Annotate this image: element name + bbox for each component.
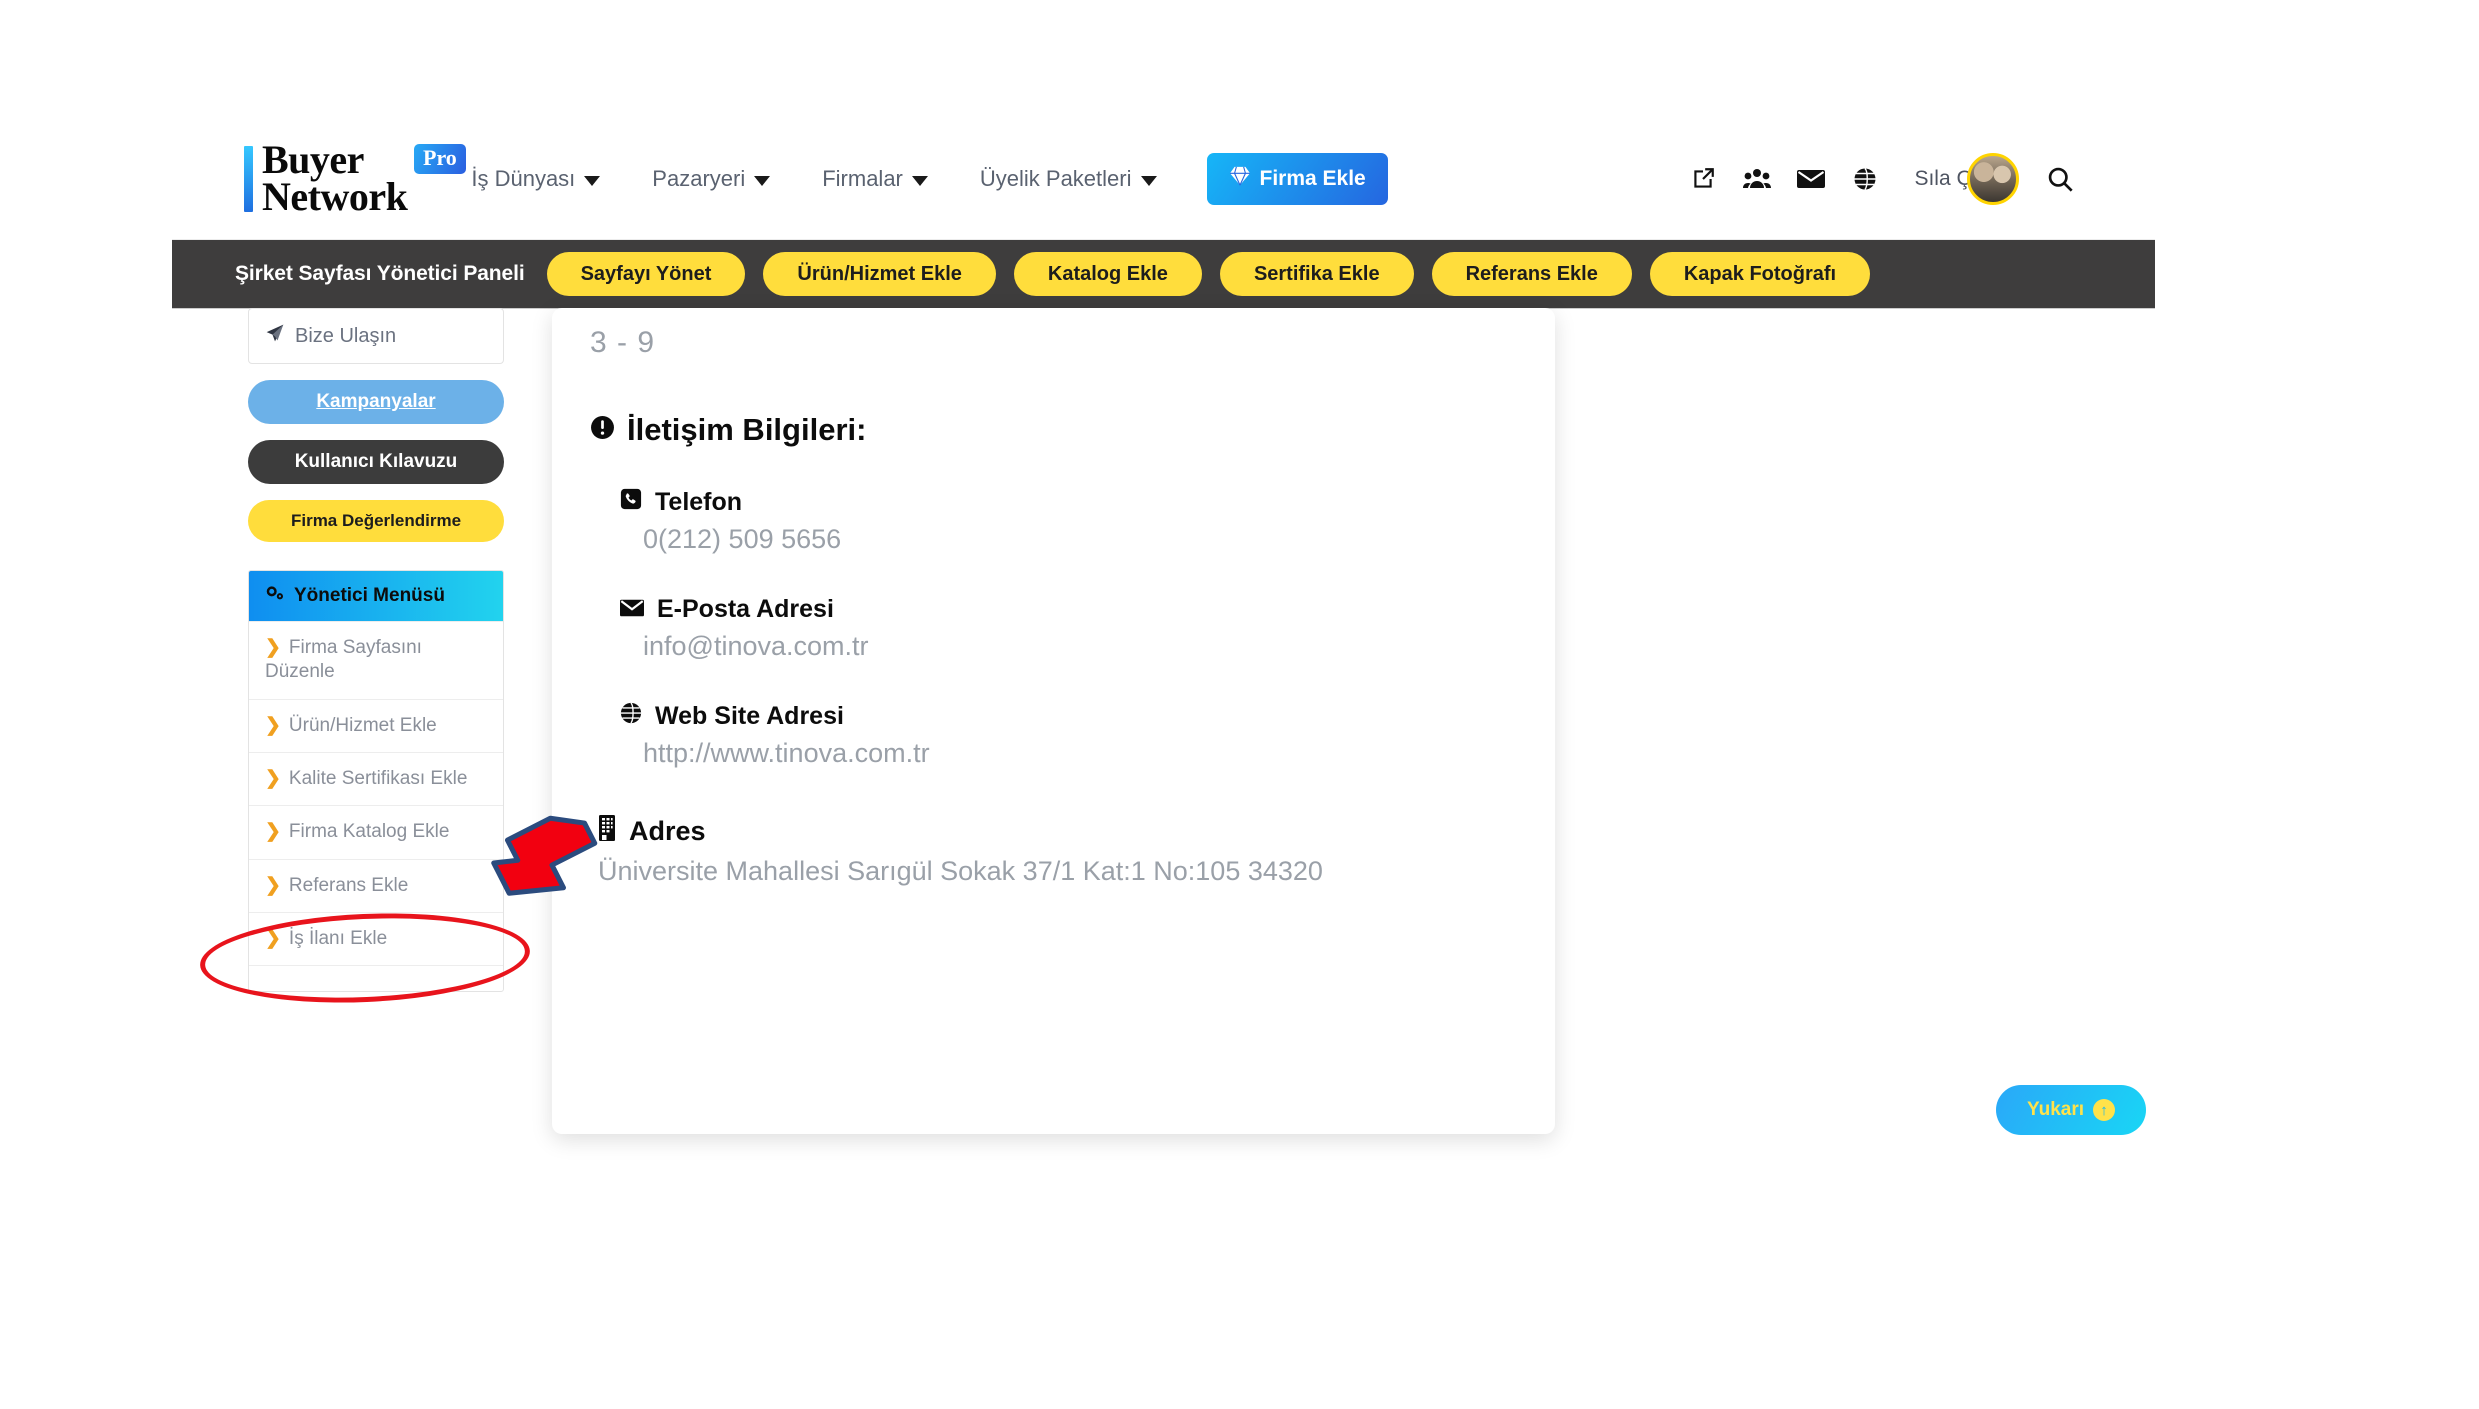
company-contact-card: 3 - 9 İletişim Bilgileri: Telefon 0(212)…	[552, 308, 1555, 1134]
page-root: Buyer Network Pro İş Dünyası Pazaryeri F…	[0, 0, 2479, 1409]
field-address-label: Adres	[629, 816, 706, 846]
nav-item-firmalar[interactable]: Firmalar	[796, 166, 954, 192]
nav-item-is-dunyasi[interactable]: İş Dünyası	[445, 166, 626, 192]
menu-label: Firma Katalog Ekle	[288, 821, 450, 843]
field-address-label-row: Adres	[598, 815, 1517, 848]
logo-pro-badge: Pro	[414, 143, 466, 174]
diamond-icon	[1229, 166, 1251, 192]
external-link-icon[interactable]	[1676, 166, 1730, 192]
logo-line-1: Buyer	[262, 136, 364, 182]
nav-item-pazaryeri[interactable]: Pazaryeri	[626, 166, 796, 192]
chevron-right-icon: ❯	[265, 874, 281, 896]
sidebar-item-cut-off[interactable]	[249, 965, 503, 991]
field-website-value[interactable]: http://www.tinova.com.tr	[620, 738, 1517, 769]
menu-label: Ürün/Hizmet Ekle	[288, 714, 437, 736]
sidebar-item-edit-company-page[interactable]: ❯ Firma Sayfasını Düzenle	[249, 621, 503, 699]
user-avatar[interactable]	[1967, 152, 2019, 205]
add-catalog-button[interactable]: Katalog Ekle	[1013, 252, 1202, 296]
add-company-button[interactable]: Firma Ekle	[1206, 152, 1388, 205]
field-website: Web Site Adresi http://www.tinova.com.tr	[590, 702, 1517, 769]
cover-photo-button[interactable]: Kapak Fotoğrafı	[1649, 252, 1871, 296]
chevron-down-icon	[754, 175, 771, 186]
nav-item-uyelik-paketleri[interactable]: Üyelik Paketleri	[954, 166, 1183, 192]
left-sidebar: Bize Ulaşın Kampanyalar Kullanıcı Kılavu…	[248, 308, 504, 993]
add-reference-button[interactable]: Referans Ekle	[1431, 252, 1632, 296]
main-navigation: İş Dünyası Pazaryeri Firmalar Üyelik Pak…	[445, 152, 1388, 205]
field-phone-value: 0(212) 509 5656	[643, 524, 842, 554]
sidebar-item-add-job-posting[interactable]: ❯ İş İlanı Ekle	[249, 911, 503, 965]
contact-section-title: İletişim Bilgileri:	[590, 412, 1517, 448]
globe-icon[interactable]	[1838, 167, 1892, 191]
add-certificate-button[interactable]: Sertifika Ekle	[1219, 252, 1414, 296]
field-email-label-row: E-Posta Adresi	[620, 595, 1517, 624]
sidebar-item-add-product[interactable]: ❯ Ürün/Hizmet Ekle	[249, 698, 503, 752]
info-circle-icon	[590, 412, 615, 448]
envelope-icon[interactable]	[1784, 169, 1838, 189]
field-phone: Telefon 0(212) 509 5656	[590, 488, 1517, 555]
field-website-label-row: Web Site Adresi	[620, 702, 1517, 731]
chevron-right-icon: ❯	[265, 821, 281, 843]
building-icon	[598, 815, 616, 848]
sidebar-item-add-reference[interactable]: ❯ Referans Ekle	[249, 858, 503, 912]
add-product-button[interactable]: Ürün/Hizmet Ekle	[763, 252, 996, 296]
chevron-right-icon: ❯	[265, 927, 281, 949]
admin-panel-title: Şirket Sayfası Yönetici Paneli	[235, 262, 525, 285]
menu-label: Kalite Sertifikası Ekle	[288, 767, 468, 789]
admin-menu-title: Yönetici Menüsü	[294, 585, 445, 606]
admin-menu: Yönetici Menüsü ❯ Firma Sayfasını Düzenle…	[248, 570, 504, 993]
manage-page-button[interactable]: Sayfayı Yönet	[546, 252, 746, 296]
menu-label: İş İlanı Ekle	[288, 927, 388, 949]
search-icon[interactable]	[2033, 165, 2087, 193]
sidebar-item-add-quality-certificate[interactable]: ❯ Kalite Sertifikası Ekle	[249, 751, 503, 805]
field-email-label: E-Posta Adresi	[657, 595, 834, 623]
menu-label: Referans Ekle	[288, 874, 409, 896]
contact-us-label: Bize Ulaşın	[295, 324, 397, 347]
sidebar-item-add-company-catalog[interactable]: ❯ Firma Katalog Ekle	[249, 805, 503, 858]
gears-icon	[265, 584, 285, 608]
field-address: Adres Üniversite Mahallesi Sarıgül Sokak…	[590, 815, 1517, 887]
working-hours: 3 - 9	[590, 326, 656, 359]
users-group-icon[interactable]	[1730, 167, 1784, 191]
arrow-up-circle-icon: ↑	[2093, 1099, 2116, 1121]
chevron-right-icon: ❯	[265, 714, 281, 736]
back-to-top-label: Yukarı	[2026, 1099, 2085, 1120]
phone-icon	[620, 488, 642, 517]
site-header: Buyer Network Pro İş Dünyası Pazaryeri F…	[172, 118, 2155, 240]
chevron-right-icon: ❯	[265, 767, 281, 789]
logo-line-2: Network	[262, 173, 408, 219]
site-logo[interactable]: Buyer Network Pro	[244, 136, 466, 219]
chevron-right-icon: ❯	[265, 637, 281, 658]
envelope-icon	[620, 595, 644, 624]
user-guide-button[interactable]: Kullanıcı Kılavuzu	[248, 440, 504, 484]
nav-label: Pazaryeri	[652, 165, 746, 191]
logo-accent-bar	[244, 145, 253, 212]
logo-wordmark: Buyer Network Pro	[262, 136, 466, 219]
contact-section-label: İletişim Bilgileri:	[627, 412, 867, 447]
menu-label: Firma Sayfasını Düzenle	[265, 637, 422, 683]
nav-label: Firmalar	[822, 165, 903, 191]
campaigns-button[interactable]: Kampanyalar	[248, 380, 504, 424]
admin-menu-header: Yönetici Menüsü	[249, 571, 503, 621]
field-email: E-Posta Adresi info@tinova.com.tr	[590, 595, 1517, 662]
add-company-label: Firma Ekle	[1259, 166, 1366, 190]
nav-label: İş Dünyası	[471, 165, 576, 191]
company-review-button[interactable]: Firma Değerlendirme	[248, 500, 504, 542]
paper-plane-icon	[265, 323, 285, 349]
chevron-down-icon	[1140, 175, 1157, 186]
chevron-down-icon	[911, 175, 928, 186]
contact-us-card[interactable]: Bize Ulaşın	[248, 308, 504, 364]
chevron-down-icon	[584, 175, 601, 186]
field-website-label: Web Site Adresi	[655, 702, 844, 730]
header-actions: Sıla Çil	[1676, 152, 2087, 205]
nav-label: Üyelik Paketleri	[979, 165, 1132, 191]
field-phone-label-row: Telefon	[620, 488, 1517, 517]
field-address-value: Üniversite Mahallesi Sarıgül Sokak 37/1 …	[598, 856, 1323, 886]
field-phone-label: Telefon	[655, 488, 743, 516]
back-to-top-button[interactable]: Yukarı ↑	[1996, 1085, 2146, 1135]
globe-icon	[620, 702, 642, 731]
field-email-value[interactable]: info@tinova.com.tr	[620, 631, 1517, 662]
company-admin-toolbar: Şirket Sayfası Yönetici Paneli Sayfayı Y…	[172, 240, 2155, 308]
